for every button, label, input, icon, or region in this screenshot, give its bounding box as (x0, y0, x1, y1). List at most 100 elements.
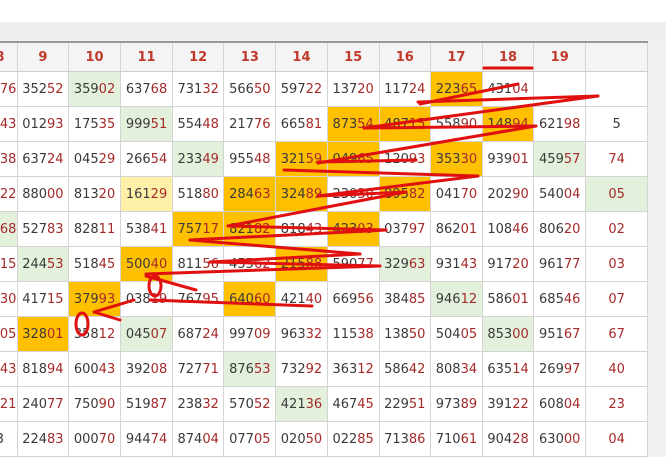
grid-cell[interactable]: 82811 (68, 211, 122, 247)
grid-cell[interactable]: 3 (0, 421, 18, 457)
grid-cell[interactable]: 59077 (326, 246, 380, 282)
grid-cell[interactable]: 04170 (429, 176, 483, 212)
grid-cell[interactable] (585, 71, 648, 107)
grid-cell[interactable]: 50405 (429, 316, 483, 352)
grid-cell[interactable]: 20290 (481, 176, 535, 212)
grid-cell[interactable]: 51987 (120, 386, 174, 422)
grid-cell[interactable]: 04965 (326, 141, 380, 177)
grid-cell[interactable]: 80834 (429, 351, 483, 387)
grid-cell[interactable]: 32963 (378, 246, 431, 282)
grid-cell[interactable]: 93901 (481, 141, 535, 177)
grid-cell[interactable]: 35812 (68, 316, 122, 352)
grid-cell[interactable]: 94612 (429, 281, 483, 317)
grid-cell[interactable]: 87404 (172, 421, 225, 457)
grid-cell[interactable]: 75090 (68, 386, 122, 422)
grid-cell[interactable]: 04507 (120, 316, 174, 352)
grid-cell[interactable]: 02285 (326, 421, 380, 457)
grid-cell[interactable]: 2022 (0, 176, 18, 212)
column-header[interactable]: 9 (16, 41, 70, 72)
grid-cell[interactable]: 46745 (326, 386, 380, 422)
grid-cell[interactable]: 23030 (326, 176, 380, 212)
grid-cell[interactable]: 88000 (16, 176, 70, 212)
grid-cell[interactable]: 48715 (378, 106, 431, 142)
column-header[interactable]: 15 (326, 41, 380, 72)
grid-cell[interactable]: 71061 (429, 421, 483, 457)
grid-cell[interactable]: 03 (585, 246, 648, 282)
grid-cell[interactable]: 95167 (533, 316, 587, 352)
grid-cell[interactable]: 86201 (429, 211, 483, 247)
grid-cell[interactable]: 03819 (120, 281, 174, 317)
grid-cell[interactable]: 00070 (68, 421, 122, 457)
grid-cell[interactable]: 55890 (429, 106, 483, 142)
grid-cell[interactable]: 24077 (16, 386, 70, 422)
grid-cell[interactable]: 43104 (481, 71, 535, 107)
grid-cell[interactable]: 58601 (481, 281, 535, 317)
grid-cell[interactable]: 21776 (223, 106, 277, 142)
column-header[interactable]: 11 (120, 41, 174, 72)
grid-cell[interactable]: 73132 (172, 71, 225, 107)
grid-cell[interactable]: 01293 (16, 106, 70, 142)
grid-cell[interactable]: 41715 (16, 281, 70, 317)
grid-cell[interactable]: 4938 (0, 141, 18, 177)
grid-cell[interactable]: 28463 (223, 176, 277, 212)
grid-cell[interactable]: 68724 (172, 316, 225, 352)
grid-cell[interactable]: 63768 (120, 71, 174, 107)
grid-cell[interactable]: 12093 (378, 141, 431, 177)
grid-cell[interactable]: 13720 (326, 71, 380, 107)
grid-cell[interactable]: 90428 (481, 421, 535, 457)
grid-cell[interactable]: 81156 (172, 246, 225, 282)
grid-cell[interactable]: 22951 (378, 386, 431, 422)
grid-cell[interactable]: 60043 (68, 351, 122, 387)
grid-cell[interactable]: 02050 (275, 421, 328, 457)
grid-cell[interactable]: 55448 (172, 106, 225, 142)
grid-cell[interactable]: 35252 (16, 71, 70, 107)
grid-cell[interactable]: 0730 (0, 281, 18, 317)
grid-cell[interactable]: 63514 (481, 351, 535, 387)
grid-cell[interactable]: 80620 (533, 211, 587, 247)
grid-cell[interactable]: 66581 (275, 106, 328, 142)
grid-cell[interactable]: 0005 (0, 316, 18, 352)
grid-cell[interactable]: 99951 (120, 106, 174, 142)
grid-cell[interactable]: 50040 (120, 246, 174, 282)
grid-cell[interactable]: 5743 (0, 106, 18, 142)
grid-cell[interactable]: 23349 (172, 141, 225, 177)
grid-cell[interactable]: 51845 (68, 246, 122, 282)
grid-cell[interactable]: 89582 (378, 176, 431, 212)
grid-cell[interactable]: 26654 (120, 141, 174, 177)
grid-cell[interactable]: 05 (585, 176, 648, 212)
grid-cell[interactable]: 45957 (533, 141, 587, 177)
grid-cell[interactable]: 13850 (378, 316, 431, 352)
grid-cell[interactable]: 7743 (0, 351, 18, 387)
grid-cell[interactable]: 0121 (0, 386, 18, 422)
grid-cell[interactable]: 14894 (481, 106, 535, 142)
grid-cell[interactable]: 67 (585, 316, 648, 352)
column-header[interactable]: 17 (429, 41, 483, 72)
grid-cell[interactable] (533, 71, 587, 107)
grid-cell[interactable]: 96177 (533, 246, 587, 282)
column-header[interactable]: 18 (481, 41, 535, 72)
grid-cell[interactable]: 39122 (481, 386, 535, 422)
column-header[interactable]: 8 (0, 41, 18, 72)
grid-cell[interactable]: 97389 (429, 386, 483, 422)
grid-cell[interactable]: 52783 (16, 211, 70, 247)
grid-cell[interactable]: 51880 (172, 176, 225, 212)
grid-cell[interactable]: 62198 (533, 106, 587, 142)
grid-cell[interactable]: 40 (585, 351, 648, 387)
grid-cell[interactable]: 42140 (275, 281, 328, 317)
grid-cell[interactable]: 37993 (68, 281, 122, 317)
column-header[interactable]: 10 (68, 41, 122, 72)
grid-cell[interactable]: 35902 (68, 71, 122, 107)
grid-cell[interactable]: 32489 (275, 176, 328, 212)
grid-cell[interactable]: 54004 (533, 176, 587, 212)
grid-cell[interactable]: 75717 (172, 211, 225, 247)
grid-cell[interactable]: 74 (585, 141, 648, 177)
grid-cell[interactable]: 21588 (275, 246, 328, 282)
grid-cell[interactable]: 64060 (223, 281, 277, 317)
grid-cell[interactable]: 91720 (481, 246, 535, 282)
grid-cell[interactable]: 63724 (16, 141, 70, 177)
grid-cell[interactable]: 10846 (481, 211, 535, 247)
grid-cell[interactable]: 96332 (275, 316, 328, 352)
column-header[interactable]: 12 (172, 41, 225, 72)
grid-cell[interactable]: 22483 (16, 421, 70, 457)
grid-cell[interactable]: 71386 (378, 421, 431, 457)
